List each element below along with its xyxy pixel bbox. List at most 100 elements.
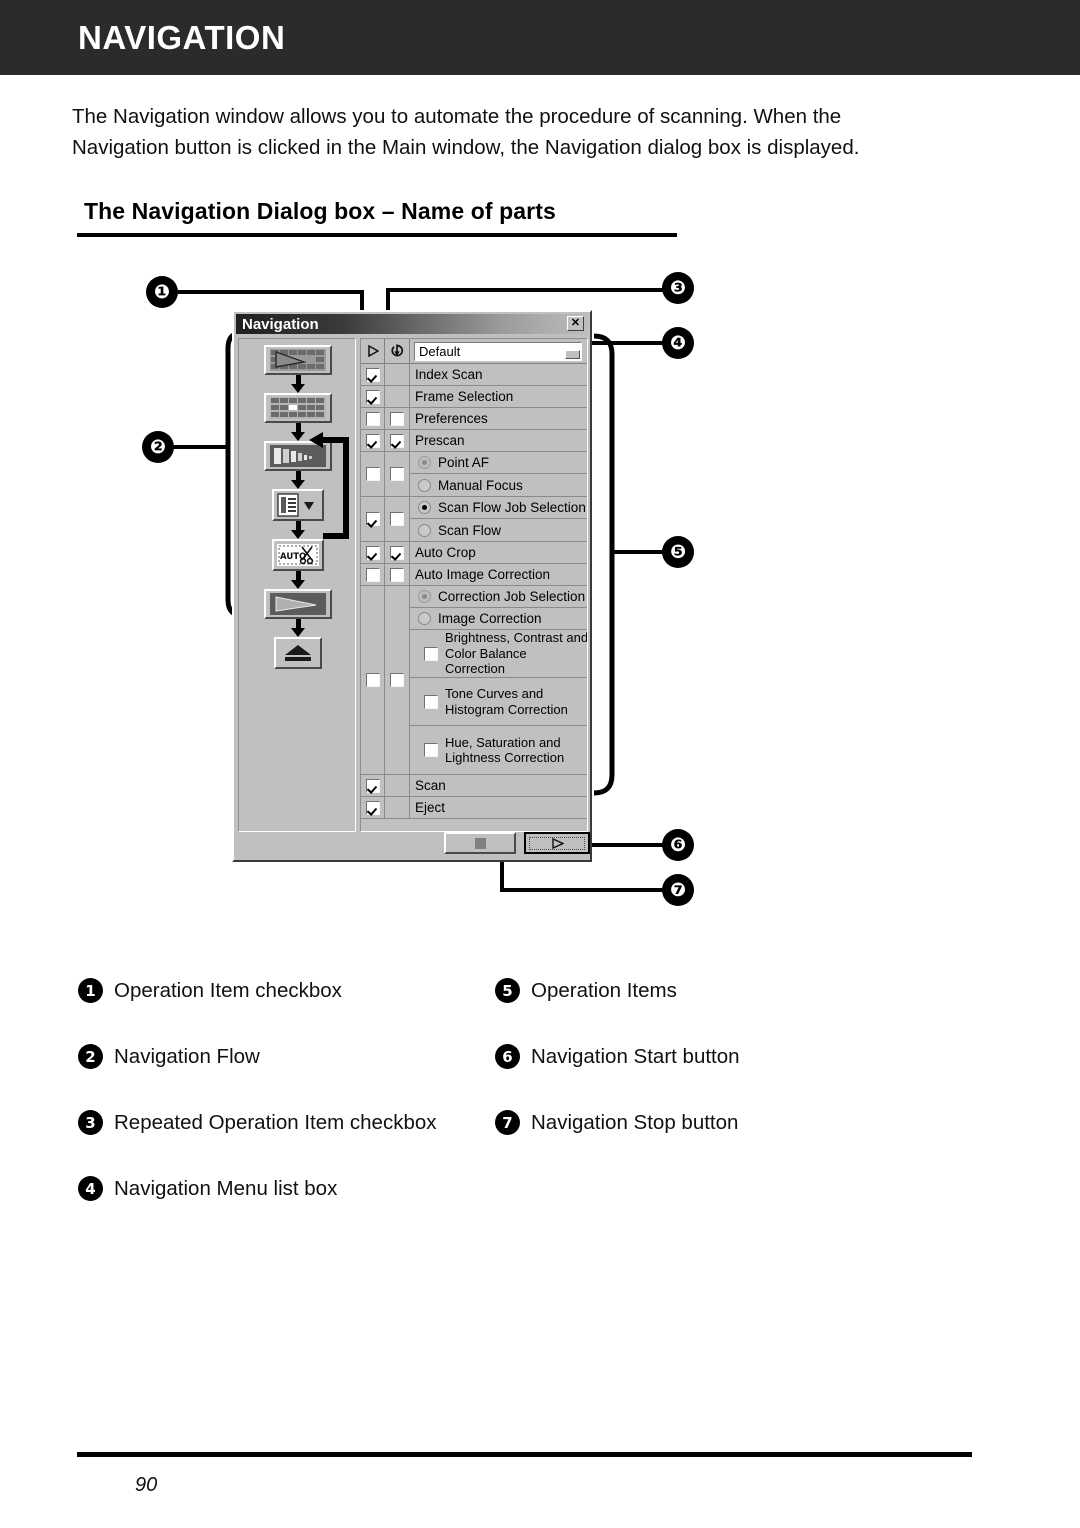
navigation-menu-list-box[interactable]: Default [414,342,582,361]
correction-sub-item[interactable]: Hue, Saturation and Lightness Correction [410,726,587,774]
index-scan-glyph [270,349,326,371]
dialog-title: Navigation [242,316,319,333]
checkbox[interactable] [390,433,404,448]
callout-6-leader [584,843,668,847]
navigation-dialog-window: Navigation ✕ AUTO Default Index Scan Fra… [232,310,592,862]
checkbox[interactable] [365,800,380,815]
table-row[interactable]: Auto Crop [361,542,587,564]
correction-sub-item[interactable]: Brightness, Contrast and Color Balance C… [410,630,587,678]
checkbox[interactable] [390,467,404,481]
table-row[interactable]: Index Scan [361,364,587,386]
checkbox[interactable] [390,512,404,526]
table-row[interactable]: Scan [361,775,587,797]
close-icon[interactable]: ✕ [567,316,584,331]
navigation-start-button[interactable] [524,832,590,854]
operation-item-checkbox-cell[interactable] [361,452,385,496]
flow-arrow-2 [239,423,357,441]
table-row[interactable]: Preferences [361,408,587,430]
legend-label: Navigation Menu list box [114,1176,338,1200]
legend-number: 3 [78,1110,103,1135]
radio-option[interactable]: Manual Focus [410,474,587,496]
checkbox[interactable] [390,411,404,426]
chevron-down-icon[interactable] [565,350,580,359]
focus-option-group[interactable]: Point AF Manual Focus [361,452,587,497]
correction-option-group[interactable]: Correction Job Selection Image Correctio… [361,586,587,775]
callout-3-bullet: ❸ [662,272,694,304]
operation-item-checkbox-cell[interactable] [361,364,385,385]
checkbox[interactable] [365,467,380,481]
repeated-checkbox-cell [385,386,410,407]
row-label: Auto Crop [415,545,476,560]
dialog-title-bar[interactable]: Navigation ✕ [236,314,588,334]
checkbox[interactable] [390,673,404,687]
repeated-checkbox-cell[interactable] [385,497,410,541]
checkbox[interactable] [365,389,380,404]
radio-icon[interactable] [418,590,431,603]
operation-item-checkbox-cell[interactable] [361,408,385,429]
callout-4-bullet: ❹ [662,327,694,359]
page-number: 90 [135,1474,158,1496]
table-row[interactable]: Prescan [361,430,587,452]
table-row[interactable]: Eject [361,797,587,819]
repeated-checkbox-cell[interactable] [385,430,410,451]
repeated-checkbox-cell[interactable] [385,586,410,774]
operation-item-checkbox-cell[interactable] [361,797,385,818]
checkbox[interactable] [365,433,380,448]
flow-frame-selection-icon[interactable] [264,393,332,423]
list-header-row: Default [361,339,587,364]
radio-label: Scan Flow [438,522,502,538]
checkbox[interactable] [424,743,438,757]
flow-index-scan-icon[interactable] [264,345,332,375]
repeated-checkbox-cell[interactable] [385,542,410,563]
callout-6-bullet: ❻ [662,829,694,861]
operation-item-checkbox-cell[interactable] [361,430,385,451]
table-row[interactable]: Auto Image Correction [361,564,587,586]
operation-item-checkbox-cell[interactable] [361,542,385,563]
checkbox[interactable] [424,646,438,661]
operation-item-checkbox-cell[interactable] [361,775,385,796]
correction-sub-item[interactable]: Tone Curves and Histogram Correction [410,678,587,726]
checkbox[interactable] [365,673,380,687]
scan-flow-option-group[interactable]: Scan Flow Job Selection Scan Flow [361,497,587,542]
flow-job-selection-icon[interactable] [272,489,324,521]
repeated-checkbox-cell[interactable] [385,408,410,429]
checkbox[interactable] [390,567,404,582]
checkbox[interactable] [365,778,380,793]
radio-option[interactable]: Image Correction [410,608,587,630]
repeated-checkbox-cell[interactable] [385,452,410,496]
flow-auto-crop-icon[interactable]: AUTO [272,539,324,571]
repeated-checkbox-cell[interactable] [385,564,410,585]
operation-item-checkbox-cell[interactable] [361,564,385,585]
operation-items-rows: Index Scan Frame Selection Preferences P… [361,364,587,819]
checkbox[interactable] [365,512,380,526]
legend-item-7: 7 Navigation Stop button [495,1110,738,1135]
radio-icon[interactable] [418,501,431,514]
checkbox[interactable] [390,545,404,560]
flow-prescan-icon[interactable] [264,441,332,471]
radio-icon[interactable] [418,523,431,537]
radio-option[interactable]: Correction Job Selection [410,586,587,608]
radio-icon[interactable] [418,612,431,625]
flow-eject-icon[interactable] [274,637,322,669]
radio-option[interactable]: Scan Flow Job Selection [410,497,587,519]
play-triangle-icon[interactable] [361,339,385,363]
repeat-loop-icon[interactable] [385,339,410,363]
flow-scan-icon[interactable] [264,589,332,619]
operation-item-checkbox-cell[interactable] [361,386,385,407]
dialog-button-bar [238,832,590,856]
radio-icon[interactable] [418,456,431,469]
radio-option[interactable]: Scan Flow [410,519,587,541]
checkbox[interactable] [365,545,380,560]
checkbox[interactable] [365,367,380,382]
radio-icon[interactable] [418,478,431,492]
operation-item-checkbox-cell[interactable] [361,497,385,541]
checkbox[interactable] [365,567,380,582]
navigation-stop-button[interactable] [444,832,516,854]
legend-number: 6 [495,1044,520,1069]
legend-item-6: 6 Navigation Start button [495,1044,740,1069]
operation-item-checkbox-cell[interactable] [361,586,385,774]
radio-option[interactable]: Point AF [410,452,587,474]
table-row[interactable]: Frame Selection [361,386,587,408]
checkbox[interactable] [365,411,380,426]
checkbox[interactable] [424,694,438,709]
